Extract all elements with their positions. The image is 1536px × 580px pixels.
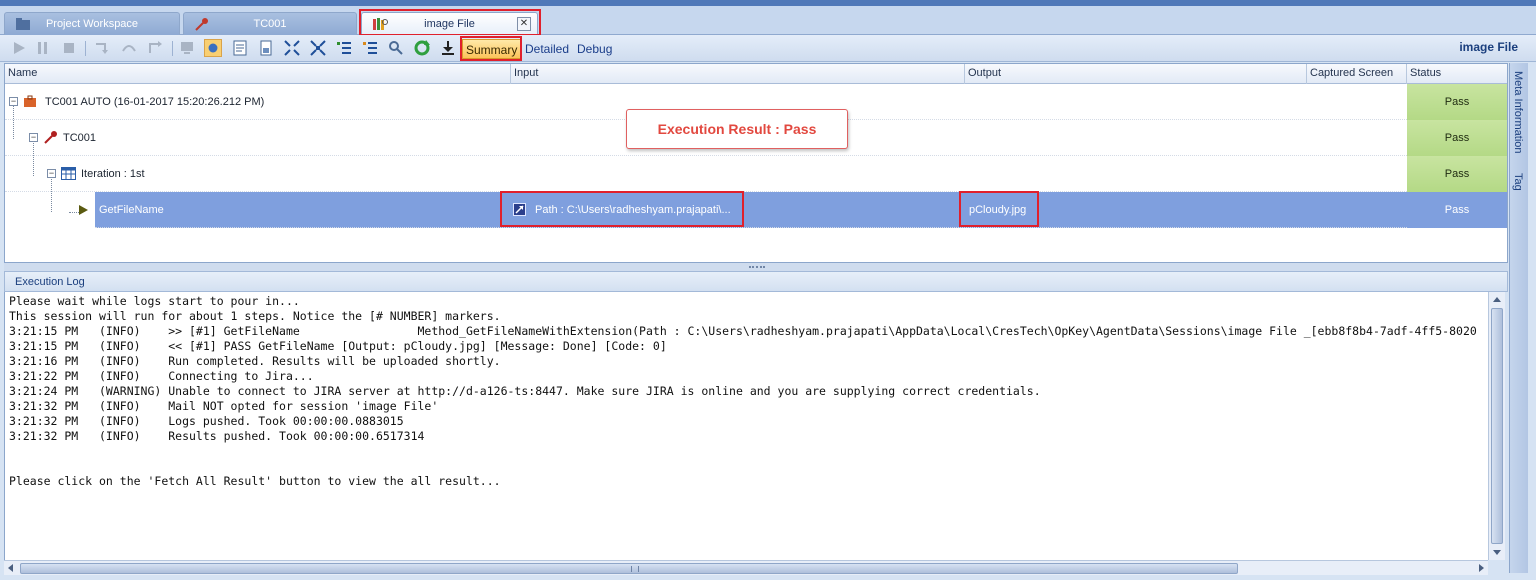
status-cell: Pass: [1407, 84, 1507, 120]
expand-all-icon[interactable]: [283, 39, 301, 57]
log-title: Execution Log: [15, 276, 85, 288]
column-header-status[interactable]: Status: [1407, 64, 1507, 84]
tag-tab[interactable]: Tag: [1512, 173, 1524, 191]
execution-log[interactable]: Please wait while logs start to pour in.…: [4, 292, 1488, 560]
log-line: 3:21:16 PM (INFO) Run completed. Results…: [9, 354, 501, 368]
step-over-icon[interactable]: [120, 39, 138, 57]
scroll-down-icon[interactable]: [1493, 550, 1501, 555]
execution-result-callout: Execution Result : Pass: [626, 109, 848, 149]
log-line: 3:21:15 PM (INFO) << [#1] PASS GetFileNa…: [9, 339, 667, 353]
panel-splitter[interactable]: [4, 263, 1508, 271]
result-toolbar: Summary Detailed Debug image File: [0, 35, 1536, 62]
row-output: pCloudy.jpg: [969, 204, 1027, 216]
toolbar-separator: [85, 41, 86, 56]
briefcase-icon: [24, 95, 36, 107]
view-mode-icon[interactable]: [204, 39, 222, 57]
scroll-up-icon[interactable]: [1493, 297, 1501, 302]
close-icon[interactable]: ✕: [517, 17, 531, 31]
grid-header: Name Input Output Captured Screen Status: [5, 64, 1507, 84]
log-line: Please wait while logs start to pour in.…: [9, 294, 300, 308]
column-header-name[interactable]: Name: [5, 64, 511, 84]
collapse-all-icon[interactable]: [309, 39, 327, 57]
log-line: This session will run for about 1 steps.…: [9, 309, 501, 323]
scroll-left-icon[interactable]: [8, 564, 13, 572]
tab-label: TC001: [253, 18, 287, 30]
panel-title: image File: [1459, 40, 1518, 54]
scroll-right-icon[interactable]: [1479, 564, 1484, 572]
collapse-toggle[interactable]: −: [29, 133, 38, 142]
log-line: 3:21:22 PM (INFO) Connecting to Jira...: [9, 369, 314, 383]
tree-filter-icon[interactable]: [361, 39, 379, 57]
scroll-thumb[interactable]: [1491, 308, 1503, 544]
log-horizontal-scrollbar[interactable]: [4, 560, 1488, 575]
row-name: TC001 AUTO (16-01-2017 15:20:26.212 PM): [45, 96, 265, 108]
log-line: 3:21:15 PM (INFO) >> [#1] GetFileName Me…: [9, 324, 1477, 338]
detailed-button[interactable]: Detailed: [525, 39, 569, 59]
step-out-icon[interactable]: [146, 39, 164, 57]
document-icon[interactable]: [257, 39, 275, 57]
tab-image-file[interactable]: image File ✕: [361, 12, 538, 36]
toolbar-separator: [172, 41, 173, 56]
input-link-icon: [513, 203, 526, 216]
summary-button[interactable]: Summary: [462, 39, 522, 59]
table-row-selected[interactable]: GetFileName Path : C:\Users\radheshyam.p…: [95, 192, 1507, 228]
column-header-captured-screen[interactable]: Captured Screen: [1307, 64, 1407, 84]
report-icon[interactable]: [231, 39, 249, 57]
scroll-thumb[interactable]: [20, 563, 1238, 574]
tab-project-workspace[interactable]: Project Workspace: [4, 12, 180, 35]
status-cell: Pass: [1407, 156, 1507, 192]
tab-label: Project Workspace: [45, 18, 139, 30]
meta-information-tab[interactable]: Meta Information: [1512, 71, 1524, 154]
log-line: Please click on the 'Fetch All Result' b…: [9, 474, 501, 488]
debug-button[interactable]: Debug: [577, 39, 612, 59]
result-grid: Name Input Output Captured Screen Status…: [4, 63, 1508, 263]
play-icon[interactable]: [10, 39, 28, 57]
step-into-icon[interactable]: [93, 39, 111, 57]
column-header-output[interactable]: Output: [965, 64, 1307, 84]
log-header: Execution Log: [4, 271, 1508, 292]
status-cell: Pass: [1407, 120, 1507, 156]
row-name: Iteration : 1st: [81, 168, 145, 180]
pause-icon[interactable]: [34, 39, 52, 57]
side-panel-rail: Meta Information Tag: [1509, 63, 1528, 573]
tab-label: image File: [424, 18, 475, 30]
log-line: 3:21:32 PM (INFO) Mail NOT opted for ses…: [9, 399, 439, 413]
key-icon: [44, 131, 57, 144]
table-row[interactable]: − Iteration : 1st Pass: [5, 156, 1507, 192]
log-line: 3:21:32 PM (INFO) Logs pushed. Took 00:0…: [9, 414, 404, 428]
row-name: TC001: [63, 132, 97, 144]
log-vertical-scrollbar[interactable]: [1488, 292, 1505, 560]
download-icon[interactable]: [439, 39, 457, 57]
tree-list-icon[interactable]: [335, 39, 353, 57]
iteration-grid-icon: [61, 167, 76, 180]
collapse-toggle[interactable]: −: [47, 169, 56, 178]
row-input: Path : C:\Users\radheshyam.prajapati\...: [535, 204, 731, 216]
log-line: 3:21:24 PM (WARNING) Unable to connect t…: [9, 384, 1041, 398]
tab-tc001[interactable]: TC001: [183, 12, 357, 35]
splitter-grip: [749, 266, 765, 268]
find-icon[interactable]: [387, 39, 405, 57]
row-name: GetFileName: [99, 204, 164, 216]
column-header-input[interactable]: Input: [511, 64, 965, 84]
log-line: 3:21:32 PM (INFO) Results pushed. Took 0…: [9, 429, 425, 443]
tab-strip: Project Workspace TC001 image File ✕: [0, 6, 1536, 36]
stop-icon[interactable]: [60, 39, 78, 57]
scroll-grip: [631, 566, 639, 572]
status-cell: Pass: [1407, 192, 1507, 228]
collapse-toggle[interactable]: −: [9, 97, 18, 106]
step-arrow-icon: [79, 205, 88, 215]
refresh-icon[interactable]: [413, 39, 431, 57]
screen-icon[interactable]: [178, 39, 196, 57]
